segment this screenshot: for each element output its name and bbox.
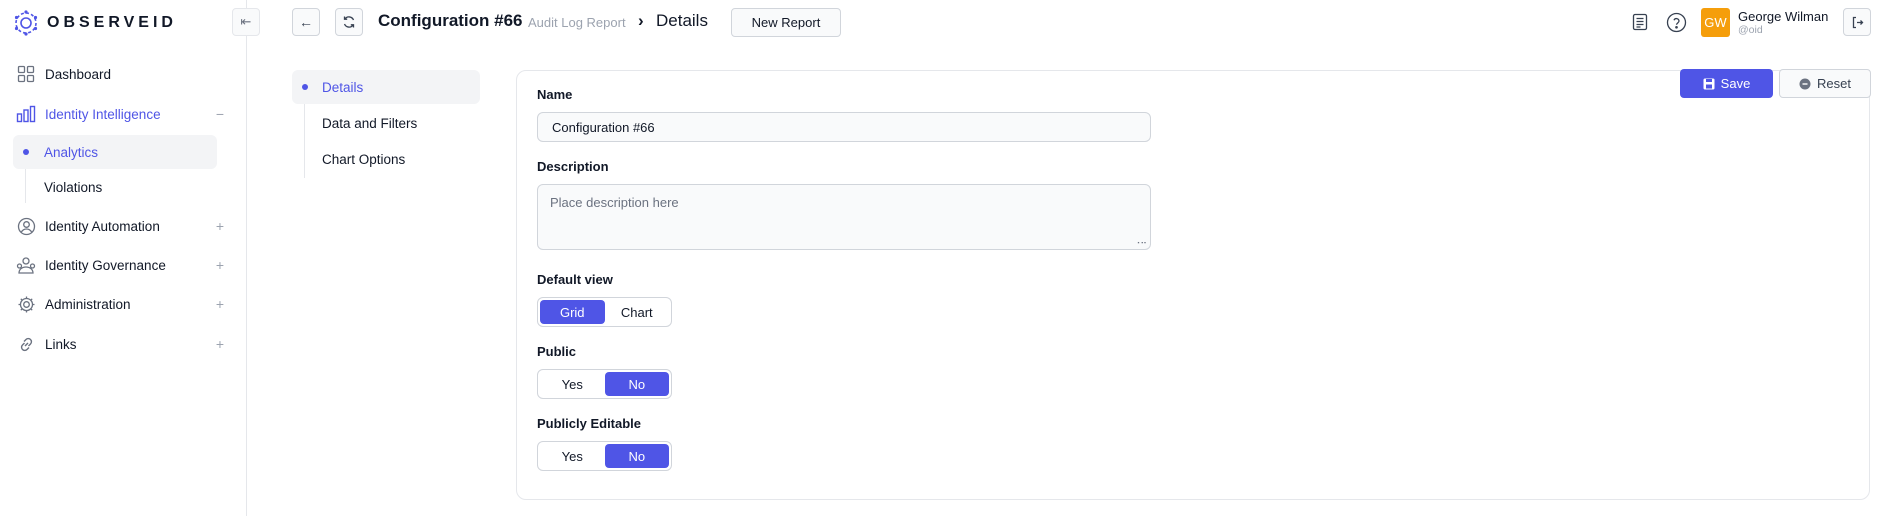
section-nav-details[interactable]: Details	[292, 70, 480, 104]
logout-icon	[1852, 16, 1863, 28]
public-no-option[interactable]: No	[604, 372, 669, 396]
default-view-grid-option[interactable]: Grid	[540, 300, 605, 324]
sidebar-item-label: Links	[45, 336, 77, 352]
name-label: Name	[537, 87, 573, 102]
sidebar-item-label: Identity Intelligence	[45, 106, 161, 122]
grid-icon	[16, 64, 36, 84]
collapse-sidebar-button[interactable]: ⇤	[232, 8, 260, 36]
sidebar-item-identity-intelligence[interactable]: Identity Intelligence −	[16, 98, 232, 130]
description-label: Description	[537, 159, 609, 174]
new-report-button[interactable]: New Report	[731, 8, 841, 37]
name-input[interactable]: Configuration #66	[537, 112, 1151, 142]
sidebar: OBSERVEID Dashboard Identity Intelligenc…	[0, 0, 247, 516]
save-icon	[1703, 78, 1715, 89]
default-view-chart-option[interactable]: Chart	[605, 300, 670, 324]
user-name: George Wilman	[1738, 9, 1829, 24]
default-view-label: Default view	[537, 272, 613, 287]
section-nav-label: Data and Filters	[322, 115, 418, 131]
avatar[interactable]: GW	[1701, 8, 1730, 37]
publicly-editable-no-option[interactable]: No	[604, 444, 669, 468]
user-circle-icon	[16, 216, 36, 236]
sidebar-subitem-label: Analytics	[44, 144, 99, 160]
sidebar-item-identity-automation[interactable]: Identity Automation +	[16, 210, 232, 242]
user-handle: @oid	[1738, 24, 1763, 36]
public-toggle: Yes No	[537, 369, 672, 399]
publicly-editable-toggle: Yes No	[537, 441, 672, 471]
audit-log-button[interactable]	[1628, 10, 1652, 34]
sidebar-item-label: Identity Automation	[45, 218, 160, 234]
sidebar-item-dashboard[interactable]: Dashboard	[16, 58, 232, 90]
publicly-editable-label: Publicly Editable	[537, 416, 642, 431]
sidebar-item-identity-governance[interactable]: Identity Governance +	[16, 249, 232, 281]
bar-chart-icon	[16, 104, 36, 124]
sidebar-subitem-label: Violations	[44, 179, 103, 195]
collapse-left-icon: ⇤	[240, 14, 252, 29]
public-yes-option[interactable]: Yes	[540, 372, 605, 396]
sidebar-subitem-analytics[interactable]: Analytics	[13, 135, 217, 169]
description-placeholder: Place description here	[550, 195, 679, 210]
active-dot-icon	[23, 149, 29, 155]
expand-toggle-icon[interactable]: +	[216, 257, 224, 273]
reset-button[interactable]: Reset	[1779, 69, 1871, 98]
gear-icon	[16, 294, 36, 314]
reset-label: Reset	[1817, 76, 1851, 91]
governance-icon	[16, 255, 36, 275]
sidebar-item-administration[interactable]: Administration +	[16, 288, 232, 320]
active-dot-icon	[302, 84, 308, 90]
default-view-toggle: Grid Chart	[537, 297, 672, 327]
refresh-icon	[343, 16, 355, 28]
arrow-left-icon: ←	[299, 14, 313, 30]
brand-logo-icon	[14, 10, 38, 36]
expand-toggle-icon[interactable]: +	[216, 218, 224, 234]
back-button[interactable]: ←	[292, 8, 320, 36]
help-circle-icon	[1666, 12, 1686, 32]
sidebar-subitem-violations[interactable]: Violations	[13, 170, 217, 204]
section-nav-label: Details	[322, 79, 364, 95]
help-button[interactable]	[1664, 10, 1688, 34]
section-nav-label: Chart Options	[322, 151, 406, 167]
breadcrumb-parent[interactable]: Audit Log Report	[528, 15, 626, 30]
section-nav-chart-options[interactable]: Chart Options	[292, 142, 480, 176]
publicly-editable-yes-option[interactable]: Yes	[540, 444, 605, 468]
chevron-right-icon: ›	[638, 11, 644, 30]
sidebar-item-label: Identity Governance	[45, 257, 166, 273]
collapse-toggle-icon[interactable]: −	[216, 106, 224, 122]
breadcrumb-current: Details	[656, 11, 708, 30]
expand-toggle-icon[interactable]: +	[216, 296, 224, 312]
save-label: Save	[1720, 76, 1751, 91]
resize-handle-icon[interactable]: ⠠⠤	[1134, 236, 1147, 247]
brand-name: OBSERVEID	[47, 14, 177, 31]
page-title: Configuration #66	[378, 11, 523, 30]
sidebar-item-links[interactable]: Links +	[16, 328, 232, 360]
section-nav-data-and-filters[interactable]: Data and Filters	[292, 106, 480, 140]
refresh-button[interactable]	[335, 8, 363, 36]
save-button[interactable]: Save	[1680, 69, 1773, 98]
reset-icon	[1799, 78, 1811, 89]
notes-icon	[1632, 13, 1648, 31]
sidebar-item-label: Dashboard	[45, 66, 112, 82]
link-icon	[16, 334, 36, 354]
public-label: Public	[537, 344, 577, 359]
description-textarea[interactable]: Place description here ⠠⠤	[537, 184, 1151, 250]
brand[interactable]: OBSERVEID	[12, 9, 177, 37]
sidebar-item-label: Administration	[45, 296, 131, 312]
logout-button[interactable]	[1843, 8, 1871, 36]
expand-toggle-icon[interactable]: +	[216, 336, 224, 352]
